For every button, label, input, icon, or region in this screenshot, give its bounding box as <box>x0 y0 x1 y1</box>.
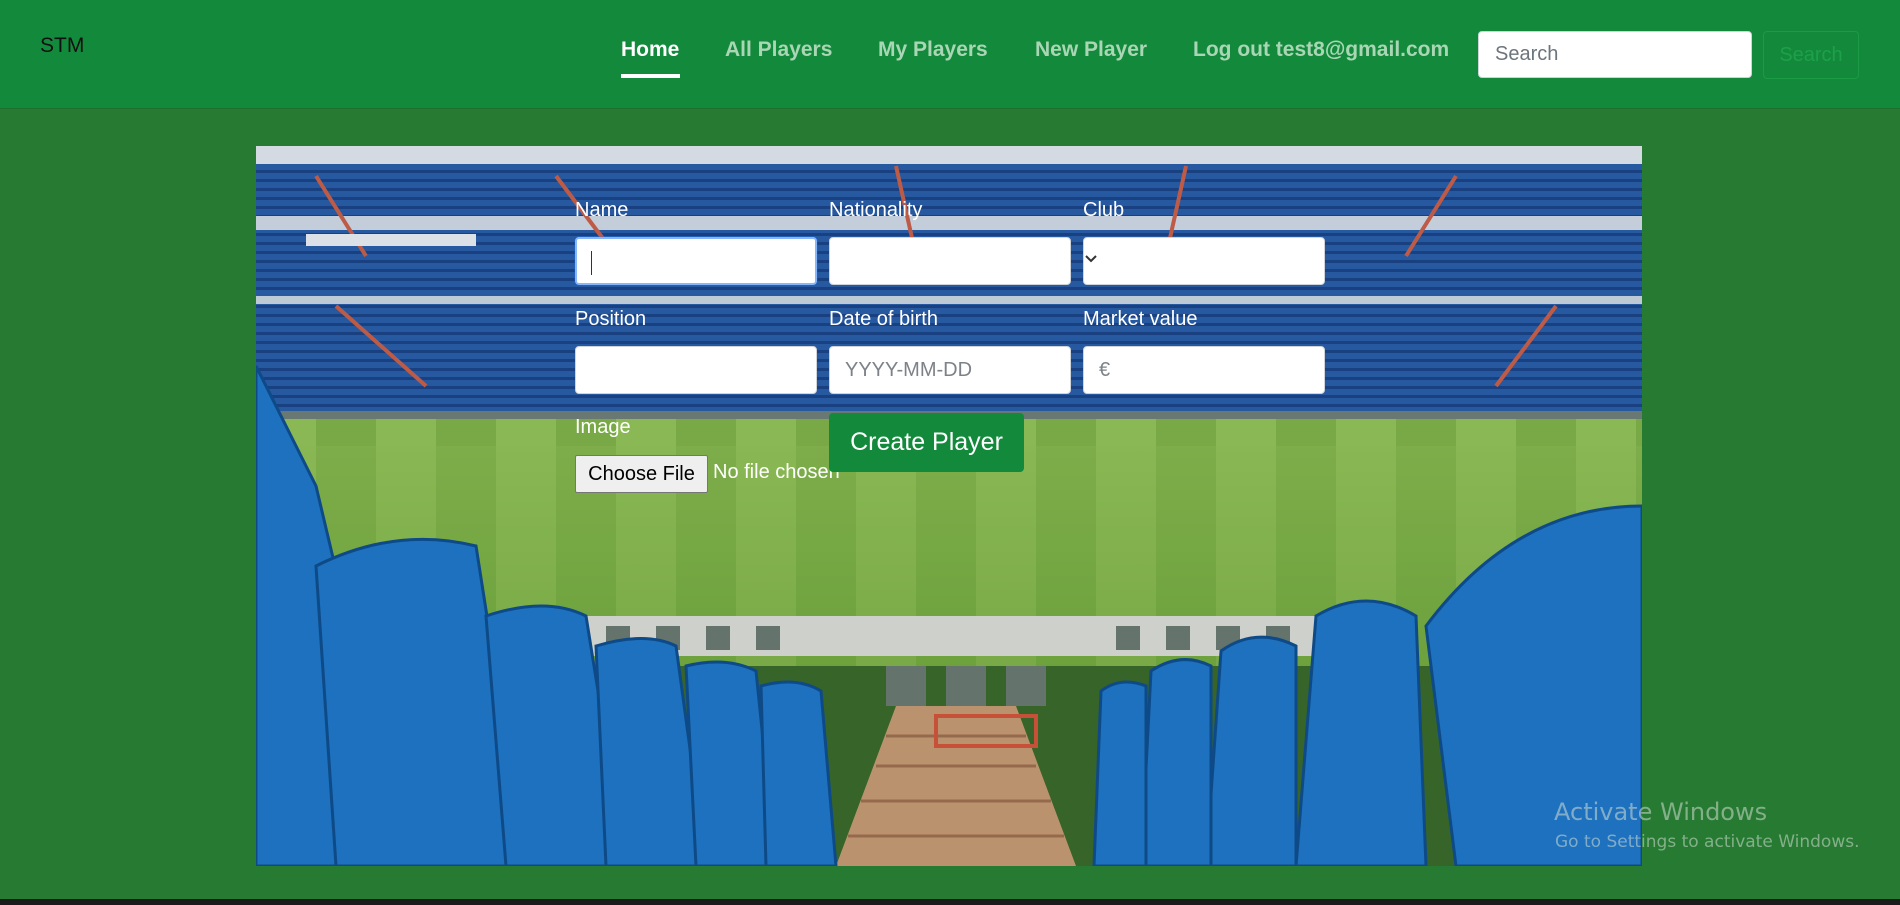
nationality-input[interactable] <box>829 237 1071 285</box>
create-player-button[interactable]: Create Player <box>829 413 1024 472</box>
nav-link-my-players[interactable]: My Players <box>878 38 988 62</box>
active-nav-indicator <box>621 74 680 78</box>
navbar: STM Home All Players My Players New Play… <box>0 0 1900 109</box>
nav-link-new-player[interactable]: New Player <box>1035 38 1147 62</box>
text-caret <box>591 251 592 275</box>
search-button[interactable]: Search <box>1763 31 1859 79</box>
position-input[interactable] <box>575 346 817 394</box>
market-value-input[interactable] <box>1083 346 1325 394</box>
search-input[interactable] <box>1478 31 1752 78</box>
club-label: Club <box>1083 199 1125 221</box>
choose-file-button[interactable]: Choose File <box>575 455 708 493</box>
chevron-down-icon <box>1085 255 1097 263</box>
brand-logo[interactable]: STM <box>40 34 84 58</box>
dob-label: Date of birth <box>829 308 938 330</box>
taskbar-edge <box>0 899 1900 905</box>
nav-link-all-players[interactable]: All Players <box>725 38 832 62</box>
nav-link-home[interactable]: Home <box>621 38 679 62</box>
new-player-form: Name Nationality Club Position Date of b… <box>256 146 1642 866</box>
nav-link-logout[interactable]: Log out test8@gmail.com <box>1193 38 1449 62</box>
no-file-chosen-text: No file chosen <box>713 461 840 483</box>
nationality-label: Nationality <box>829 199 923 221</box>
position-label: Position <box>575 308 647 330</box>
dob-input[interactable] <box>829 346 1071 394</box>
name-label: Name <box>575 199 629 221</box>
market-value-label: Market value <box>1083 308 1198 330</box>
activate-windows-title: Activate Windows <box>1554 798 1768 826</box>
image-label: Image <box>575 416 631 438</box>
name-input[interactable] <box>575 237 817 285</box>
activate-windows-subtitle: Go to Settings to activate Windows. <box>1555 832 1860 852</box>
stadium-background-image: Name Nationality Club Position Date of b… <box>256 146 1642 866</box>
club-select[interactable] <box>1083 237 1325 285</box>
